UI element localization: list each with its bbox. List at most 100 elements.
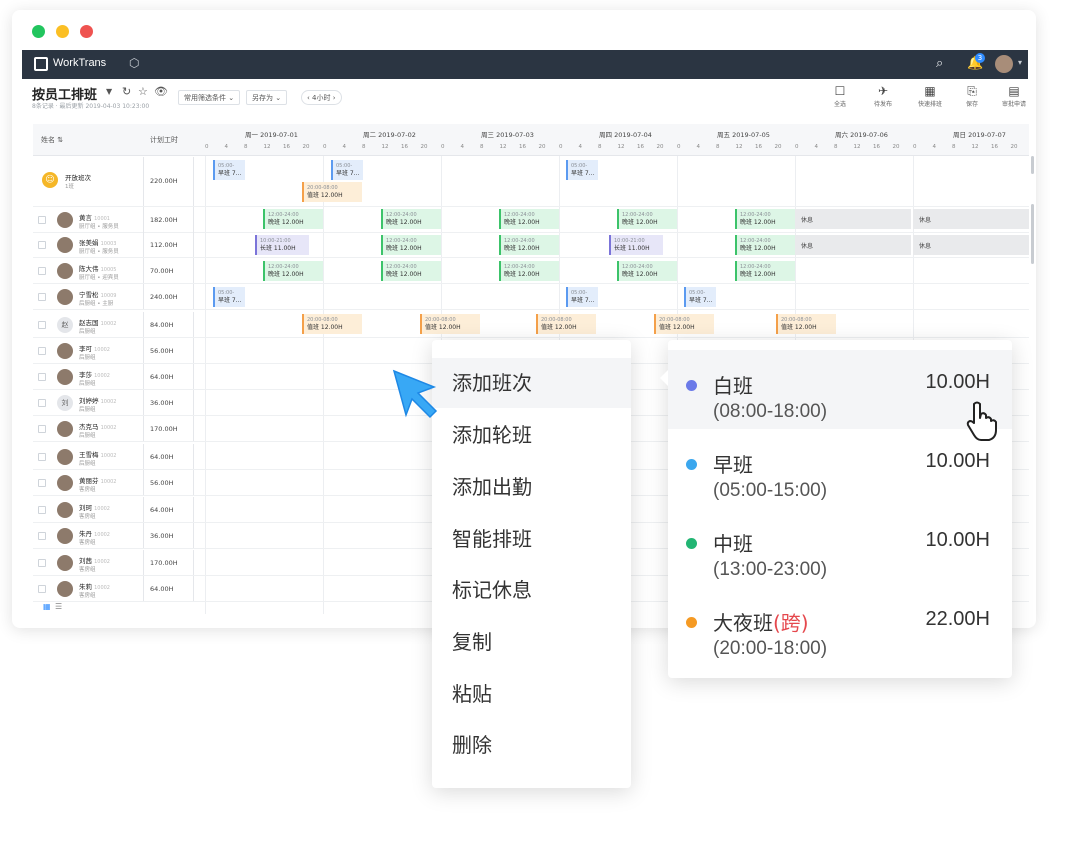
shift-option-time: (13:00-23:00) xyxy=(713,559,828,580)
shift-block[interactable]: 12:00-24:00 晚班 12.00H xyxy=(617,209,677,229)
shift-block[interactable]: 12:00-24:00 晚班 12.00H xyxy=(735,235,795,255)
row-checkbox[interactable] xyxy=(38,559,46,567)
shift-option-time: (20:00-18:00) xyxy=(713,638,828,659)
menu-item-paste[interactable]: 粘贴 xyxy=(432,669,631,719)
shift-block[interactable]: 10:00-21:00 长班 11.00H xyxy=(255,235,309,255)
shift-block[interactable]: 12:00-24:00 晚班 12.00H xyxy=(499,261,559,281)
shift-block[interactable]: 12:00-24:00 晚班 12.00H xyxy=(499,235,559,255)
shift-color-dot xyxy=(686,617,697,628)
shift-block[interactable]: 20:00-08:00 值班 12.00H xyxy=(654,314,714,334)
menu-item-delete[interactable]: 删除 xyxy=(432,720,631,770)
employee-name-cell: 朱丹 10002 客房组 xyxy=(33,523,144,548)
grid-view-icon[interactable]: ▦ xyxy=(43,602,51,611)
shift-block[interactable]: 12:00-24:00 晚班 12.00H xyxy=(263,209,323,229)
shift-block[interactable]: 20:00-08:00 值班 12.00H xyxy=(302,182,362,202)
open-shift-row[interactable]: ☺ 开放班次 1班 220.00H xyxy=(33,157,1029,207)
shift-block[interactable]: 05:00- 早班 7... xyxy=(684,287,716,307)
row-checkbox[interactable] xyxy=(38,425,46,433)
row-checkbox[interactable] xyxy=(38,293,46,301)
sort-icon[interactable]: ⇅ xyxy=(57,136,63,144)
user-avatar[interactable] xyxy=(995,55,1013,73)
name-column-header[interactable]: 姓名 ⇅ xyxy=(41,135,63,145)
shift-block[interactable]: 12:00-24:00 晚班 12.00H xyxy=(381,261,441,281)
row-checkbox[interactable] xyxy=(38,373,46,381)
shift-option-night[interactable]: 大夜班(跨) (20:00-18:00) 22.00H xyxy=(668,587,1012,666)
shift-block[interactable]: 12:00-24:00 晚班 12.00H xyxy=(735,209,795,229)
rest-block[interactable]: 休息 xyxy=(795,209,911,229)
row-checkbox[interactable] xyxy=(38,216,46,224)
shift-block[interactable]: 05:00- 早班 7... xyxy=(213,160,245,180)
filter-select[interactable]: 常用筛选条件 ⌄ xyxy=(178,90,241,105)
employee-name: 朱丹 10002 xyxy=(79,528,110,538)
employee-row[interactable]: 赵赵志国 10002 后厨组 84.00H xyxy=(33,312,1029,338)
shift-block[interactable]: 05:00- 早班 7... xyxy=(566,287,598,307)
search-icon[interactable]: ⌕ xyxy=(936,56,943,71)
vertical-scrollbar[interactable] xyxy=(1031,156,1034,174)
rest-block[interactable]: 休息 xyxy=(913,209,1029,229)
shift-block[interactable]: 12:00-24:00 晚班 12.00H xyxy=(499,209,559,229)
shift-block[interactable]: 20:00-08:00 值班 12.00H xyxy=(420,314,480,334)
menu-item-smart-schedule[interactable]: 智能排班 xyxy=(432,514,631,564)
shift-block[interactable]: 20:00-08:00 值班 12.00H xyxy=(302,314,362,334)
shift-block[interactable]: 12:00-24:00 晚班 12.00H xyxy=(263,261,323,281)
row-checkbox[interactable] xyxy=(38,267,46,275)
row-checkbox[interactable] xyxy=(38,506,46,514)
employee-hours-cell: 36.00H xyxy=(144,390,194,415)
shift-color-dot xyxy=(686,380,697,391)
row-checkbox[interactable] xyxy=(38,532,46,540)
shift-block[interactable]: 05:00- 早班 7... xyxy=(331,160,363,180)
row-checkbox[interactable] xyxy=(38,585,46,593)
shift-option-early[interactable]: 早班 (05:00-15:00) 10.00H xyxy=(668,429,1012,508)
select-all-button[interactable]: ☐ 全选 xyxy=(822,84,858,108)
row-checkbox[interactable] xyxy=(38,347,46,355)
menu-item-mark-rest[interactable]: 标记休息 xyxy=(432,565,631,615)
shift-option-middle[interactable]: 中班 (13:00-23:00) 10.00H xyxy=(668,508,1012,587)
quick-schedule-button[interactable]: ▦ 快速排班 xyxy=(912,84,948,108)
employee-row[interactable]: 宁雪松 10009 后厨组 • 主厨 240.00H xyxy=(33,284,1029,310)
row-checkbox[interactable] xyxy=(38,453,46,461)
document-icon: ▤ xyxy=(1008,84,1020,98)
employee-name-text: 杰克马 xyxy=(79,423,99,431)
shift-block[interactable]: 05:00- 早班 7... xyxy=(213,287,245,307)
rest-block[interactable]: 休息 xyxy=(913,235,1029,255)
menu-item-copy[interactable]: 复制 xyxy=(432,617,631,667)
menu-item-add-rotation[interactable]: 添加轮班 xyxy=(432,410,631,460)
row-checkbox[interactable] xyxy=(38,241,46,249)
shift-block[interactable]: 10:00-21:00 长班 11.00H xyxy=(609,235,663,255)
row-checkbox[interactable] xyxy=(38,479,46,487)
shift-block[interactable]: 05:00- 早班 7... xyxy=(566,160,598,180)
shift-option-day[interactable]: 白班 (08:00-18:00) 10.00H xyxy=(668,350,1012,429)
shift-block[interactable]: 12:00-24:00 晚班 12.00H xyxy=(617,261,677,281)
vertical-scrollbar-thumb[interactable] xyxy=(1031,204,1034,264)
hour-tick: 4 xyxy=(224,144,229,150)
shift-time: 20:00-08:00 xyxy=(541,317,572,323)
rest-block[interactable]: 休息 xyxy=(795,235,911,255)
shift-name: 晚班 12.00H xyxy=(504,219,540,226)
save-as-select[interactable]: 另存为 ⌄ xyxy=(246,90,288,105)
shift-block[interactable]: 12:00-24:00 晚班 12.00H xyxy=(735,261,795,281)
title-dropdown-icon[interactable]: ▼ xyxy=(106,87,112,96)
row-checkbox[interactable] xyxy=(38,399,46,407)
list-view-icon[interactable]: ☰ xyxy=(55,602,62,611)
window-close-dot[interactable] xyxy=(32,25,45,38)
menu-item-add-attendance[interactable]: 添加出勤 xyxy=(432,462,631,512)
shift-block[interactable]: 20:00-08:00 值班 12.00H xyxy=(776,314,836,334)
avatar xyxy=(57,369,73,385)
eye-icon[interactable]: 👁 xyxy=(154,85,168,98)
time-range-stepper[interactable]: ‹ 4小时 › xyxy=(301,90,342,105)
approval-button[interactable]: ▤ 审批申请 xyxy=(996,84,1032,108)
shift-block[interactable]: 12:00-24:00 晚班 12.00H xyxy=(381,235,441,255)
shift-color-dot xyxy=(686,459,697,470)
save-button[interactable]: ⎘ 保存 xyxy=(954,84,990,108)
row-checkbox[interactable] xyxy=(38,321,46,329)
to-publish-button[interactable]: ✈ 待发布 xyxy=(865,84,901,108)
window-minimize-dot[interactable] xyxy=(56,25,69,38)
menu-item-add-shift[interactable]: 添加班次 xyxy=(432,358,631,408)
chevron-down-icon[interactable]: ▾ xyxy=(1018,58,1022,67)
cube-icon[interactable]: ⬡ xyxy=(129,56,139,70)
window-maximize-dot[interactable] xyxy=(80,25,93,38)
refresh-icon[interactable]: ↻ xyxy=(122,85,131,98)
star-icon[interactable]: ☆ xyxy=(138,85,148,98)
shift-block[interactable]: 20:00-08:00 值班 12.00H xyxy=(536,314,596,334)
shift-block[interactable]: 12:00-24:00 晚班 12.00H xyxy=(381,209,441,229)
